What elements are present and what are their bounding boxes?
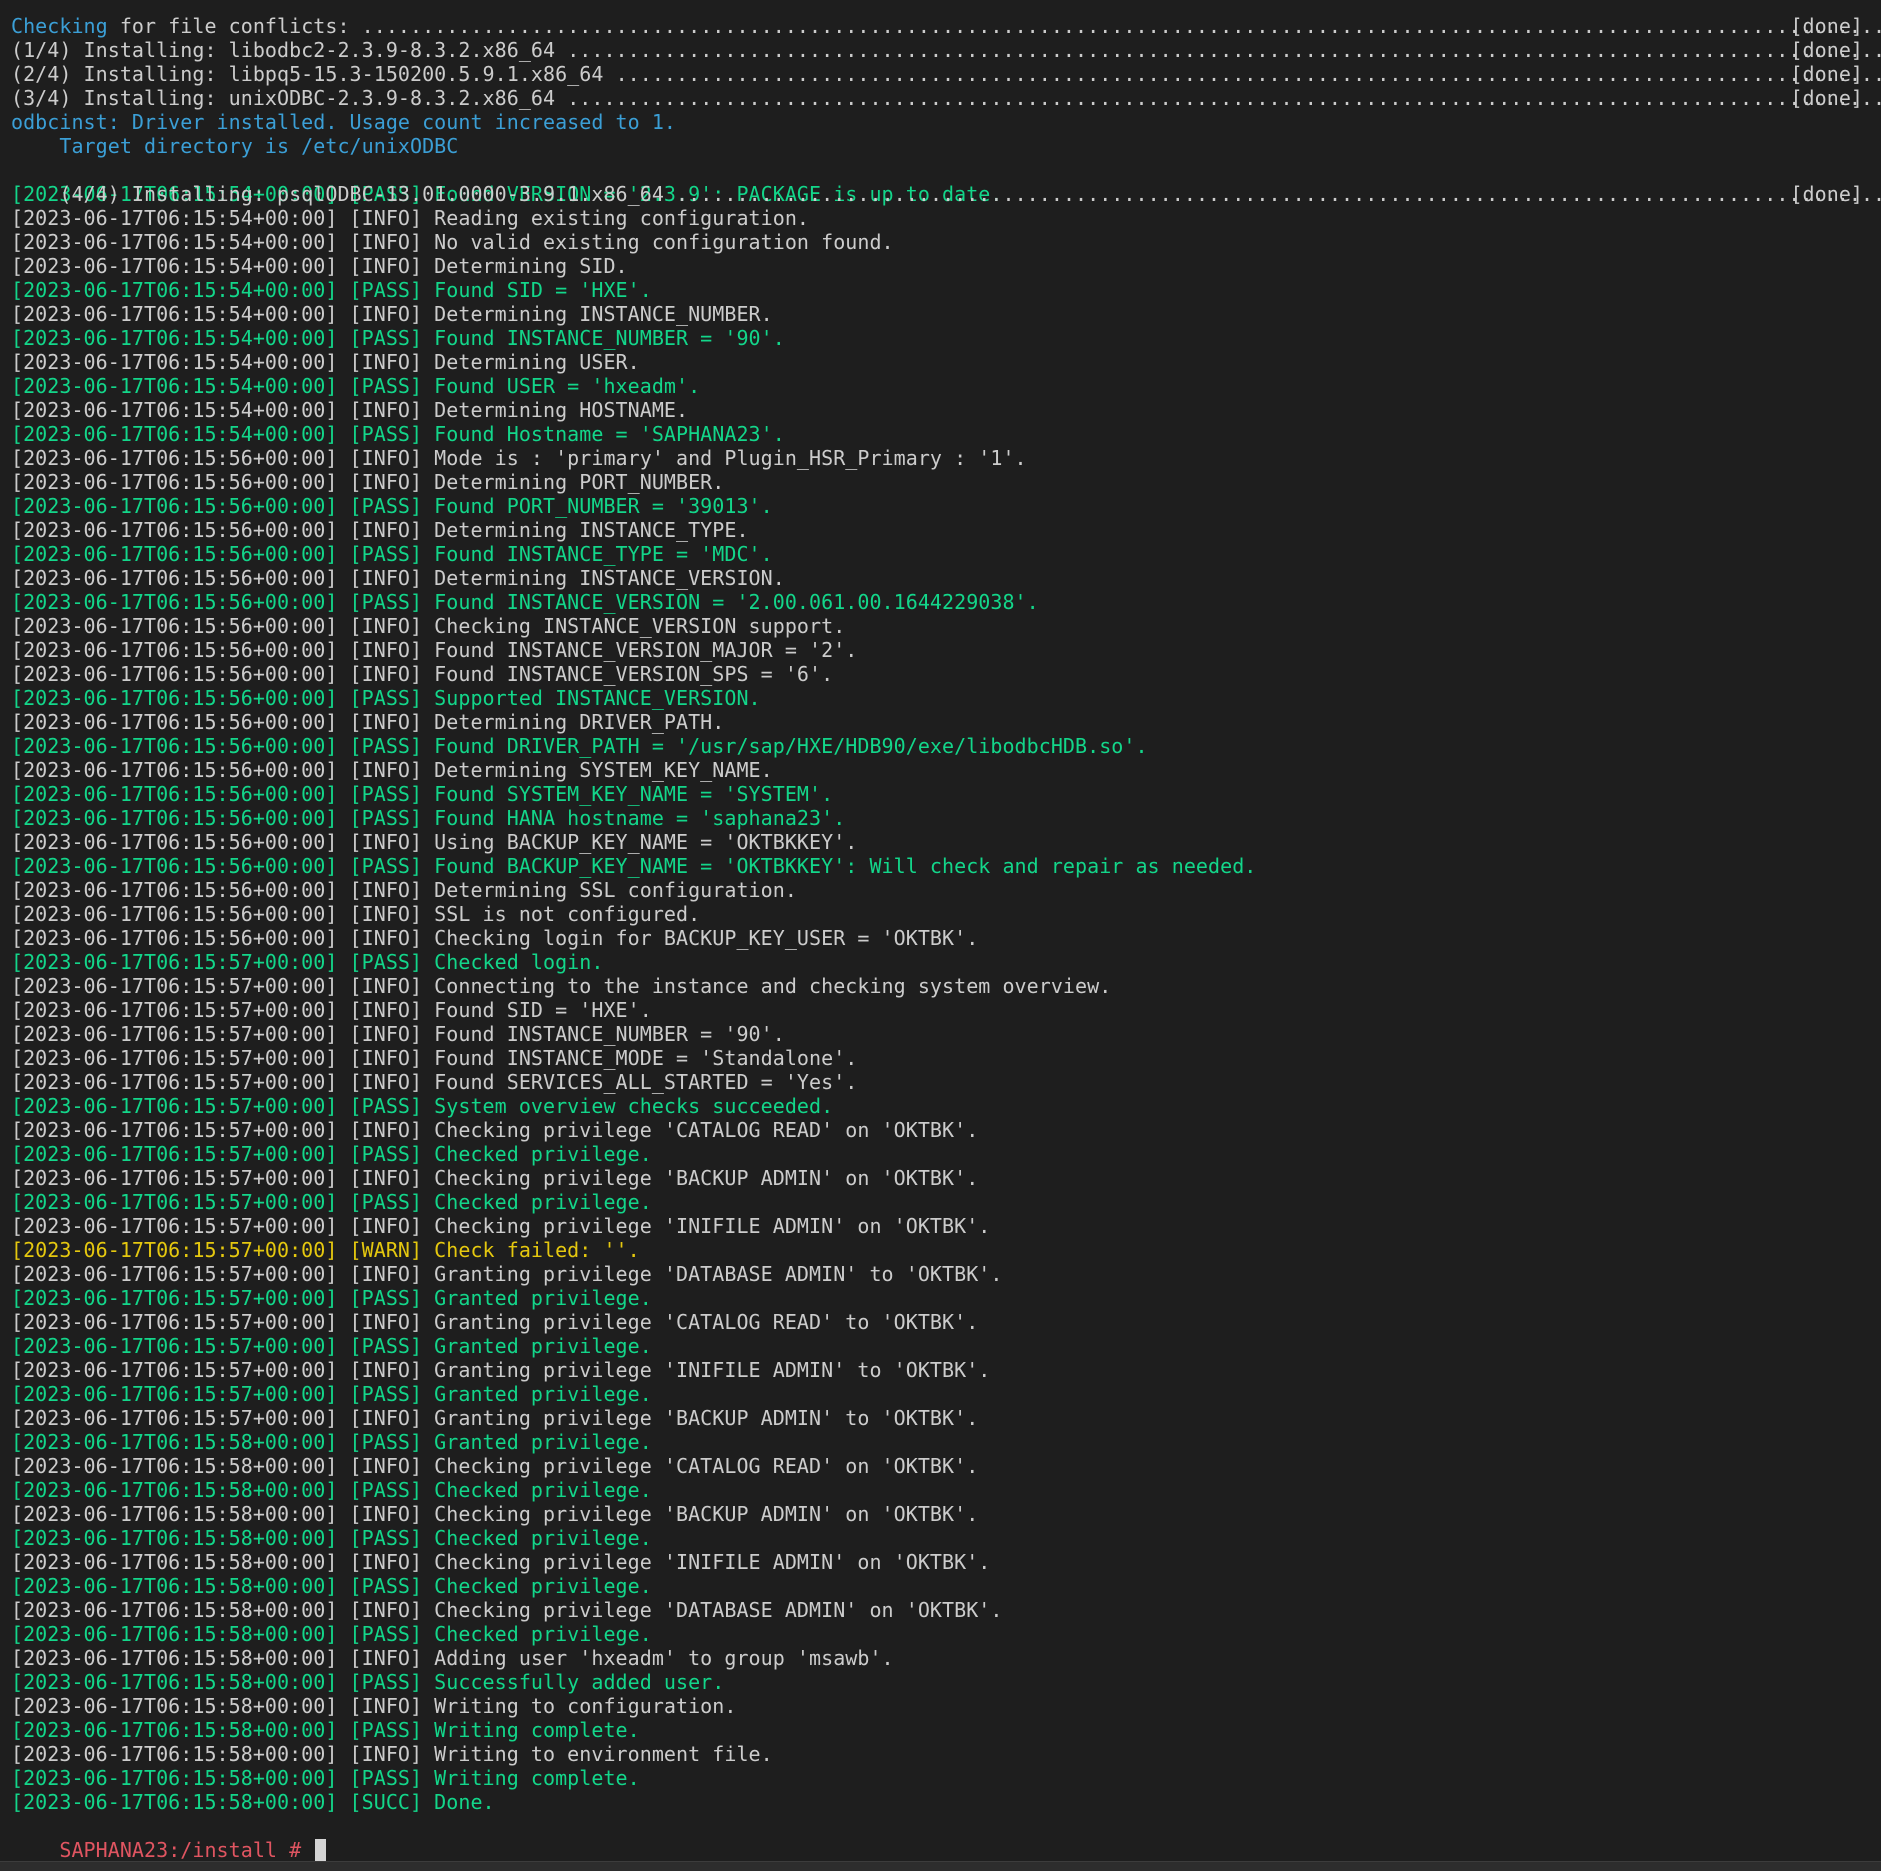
- log-line-pass: [2023-06-17T06:15:54+00:00] [PASS] Found…: [11, 326, 785, 350]
- log-line-info: [2023-06-17T06:15:54+00:00] [INFO] No va…: [11, 230, 894, 254]
- log-line-pass: [2023-06-17T06:15:57+00:00] [PASS] Check…: [11, 1142, 652, 1166]
- install-line-4-status: [done]: [1790, 182, 1863, 206]
- log-line-pass: [2023-06-17T06:15:57+00:00] [PASS] Grant…: [11, 1334, 652, 1358]
- log-line-info: [2023-06-17T06:15:57+00:00] [INFO] Grant…: [11, 1406, 979, 1430]
- log-line-info: [2023-06-17T06:15:57+00:00] [INFO] Found…: [11, 1022, 785, 1046]
- log-line-info: [2023-06-17T06:15:56+00:00] [INFO] Deter…: [11, 878, 797, 902]
- log-line-pass: [2023-06-17T06:15:56+00:00] [PASS] Found…: [11, 590, 1039, 614]
- log-line-info: [2023-06-17T06:15:56+00:00] [INFO] Deter…: [11, 518, 749, 542]
- install-line: (1/4) Installing: libodbc2-2.3.9-8.3.2.x…: [11, 38, 1881, 62]
- shell-prompt: SAPHANA23:/install #: [59, 1838, 314, 1862]
- log-line-pass: [2023-06-17T06:15:57+00:00] [PASS] Grant…: [11, 1286, 652, 1310]
- log-line-pass: [2023-06-17T06:15:56+00:00] [PASS] Found…: [11, 494, 773, 518]
- log-line-pass: [2023-06-17T06:15:58+00:00] [PASS] Check…: [11, 1526, 652, 1550]
- log-line-info: [2023-06-17T06:15:56+00:00] [INFO] SSL i…: [11, 902, 701, 926]
- log-line-pass: [2023-06-17T06:15:58+00:00] [PASS] Writi…: [11, 1718, 640, 1742]
- log-line-pass: [2023-06-17T06:15:56+00:00] [PASS] Found…: [11, 734, 1148, 758]
- log-line-info: [2023-06-17T06:15:56+00:00] [INFO] Deter…: [11, 566, 785, 590]
- log-line-pass: [2023-06-17T06:15:58+00:00] [PASS] Succe…: [11, 1670, 725, 1694]
- log-output: [2023-06-17T06:15:54+00:00] [PASS] Found…: [11, 182, 1881, 1814]
- log-line-pass: [2023-06-17T06:15:54+00:00] [PASS] Found…: [11, 278, 652, 302]
- log-line-pass: [2023-06-17T06:15:56+00:00] [PASS] Suppo…: [11, 686, 761, 710]
- log-line-info: [2023-06-17T06:15:56+00:00] [INFO] Found…: [11, 638, 858, 662]
- log-line-info: [2023-06-17T06:15:58+00:00] [INFO] Check…: [11, 1550, 991, 1574]
- target-directory-message: Target directory is /etc/unixODBC: [11, 134, 459, 158]
- log-line-info: [2023-06-17T06:15:57+00:00] [INFO] Found…: [11, 1046, 858, 1070]
- log-line-pass: [2023-06-17T06:15:58+00:00] [PASS] Check…: [11, 1574, 652, 1598]
- install-line: (2/4) Installing: libpq5-15.3-150200.5.9…: [11, 62, 1881, 86]
- log-line-info: [2023-06-17T06:15:58+00:00] [INFO] Addin…: [11, 1646, 894, 1670]
- install-line-dots: ........................................…: [567, 86, 1881, 110]
- log-line-info: [2023-06-17T06:15:57+00:00] [INFO] Conne…: [11, 974, 1112, 998]
- shell-prompt-line[interactable]: SAPHANA23:/install #: [11, 1814, 1881, 1862]
- install-line-text: (3/4) Installing: unixODBC-2.3.9-8.3.2.x…: [11, 86, 568, 110]
- log-line-info: [2023-06-17T06:15:58+00:00] [INFO] Check…: [11, 1454, 979, 1478]
- log-line-pass: [2023-06-17T06:15:58+00:00] [PASS] Grant…: [11, 1430, 652, 1454]
- log-line-pass: [2023-06-17T06:15:57+00:00] [PASS] Check…: [11, 950, 604, 974]
- log-line-info: [2023-06-17T06:15:54+00:00] [INFO] Readi…: [11, 206, 810, 230]
- log-line-info: [2023-06-17T06:15:56+00:00] [INFO] Mode …: [11, 446, 1027, 470]
- log-line-info: [2023-06-17T06:15:58+00:00] [INFO] Writi…: [11, 1694, 737, 1718]
- log-line-pass: [2023-06-17T06:15:58+00:00] [PASS] Check…: [11, 1478, 652, 1502]
- log-line-info: [2023-06-17T06:15:56+00:00] [INFO] Using…: [11, 830, 858, 854]
- log-line-info: [2023-06-17T06:15:58+00:00] [INFO] Check…: [11, 1598, 1003, 1622]
- install-line-status: [done]: [1790, 86, 1863, 110]
- log-line-info: [2023-06-17T06:15:56+00:00] [INFO] Deter…: [11, 710, 725, 734]
- log-line-succ: [2023-06-17T06:15:58+00:00] [SUCC] Done.: [11, 1790, 495, 1814]
- install-line-status: [done]: [1790, 38, 1863, 62]
- log-line-info: [2023-06-17T06:15:56+00:00] [INFO] Deter…: [11, 470, 725, 494]
- log-line-warn: [2023-06-17T06:15:57+00:00] [WARN] Check…: [11, 1238, 640, 1262]
- install-line-4: (4/4) Installing: psqlODBC-13.01.0000-3.…: [11, 158, 1881, 206]
- text-cursor: [315, 1839, 327, 1861]
- install-line: (3/4) Installing: unixODBC-2.3.9-8.3.2.x…: [11, 86, 1881, 110]
- log-line-info: [2023-06-17T06:15:54+00:00] [INFO] Deter…: [11, 398, 689, 422]
- log-line-info: [2023-06-17T06:15:56+00:00] [INFO] Found…: [11, 662, 834, 686]
- install-line-4-dots: ........................................…: [676, 182, 1881, 206]
- log-line-info: [2023-06-17T06:15:54+00:00] [INFO] Deter…: [11, 302, 773, 326]
- install-line: Checking for file conflicts: ...........…: [11, 14, 1881, 38]
- log-line-info: [2023-06-17T06:15:56+00:00] [INFO] Deter…: [11, 758, 773, 782]
- log-line-info: [2023-06-17T06:15:58+00:00] [INFO] Writi…: [11, 1742, 773, 1766]
- odbcinst-message: odbcinst: Driver installed. Usage count …: [11, 110, 677, 134]
- log-line-info: [2023-06-17T06:15:56+00:00] [INFO] Check…: [11, 926, 979, 950]
- log-line-info: [2023-06-17T06:15:56+00:00] [INFO] Check…: [11, 614, 846, 638]
- log-line-pass: [2023-06-17T06:15:57+00:00] [PASS] Syste…: [11, 1094, 834, 1118]
- install-line-dots: ........................................…: [361, 14, 1881, 38]
- log-line-pass: [2023-06-17T06:15:57+00:00] [PASS] Grant…: [11, 1382, 652, 1406]
- install-line-text: (2/4) Installing: libpq5-15.3-150200.5.9…: [11, 62, 616, 86]
- log-line-info: [2023-06-17T06:15:57+00:00] [INFO] Check…: [11, 1118, 979, 1142]
- install-line-status: [done]: [1790, 62, 1863, 86]
- status-bar: [0, 1861, 1881, 1871]
- log-line-pass: [2023-06-17T06:15:56+00:00] [PASS] Found…: [11, 542, 773, 566]
- log-line-info: [2023-06-17T06:15:57+00:00] [INFO] Found…: [11, 998, 652, 1022]
- install-line-text: (1/4) Installing: libodbc2-2.3.9-8.3.2.x…: [11, 38, 568, 62]
- log-line-info: [2023-06-17T06:15:54+00:00] [INFO] Deter…: [11, 254, 628, 278]
- log-line-info: [2023-06-17T06:15:57+00:00] [INFO] Grant…: [11, 1358, 991, 1382]
- install-line-prefix: Checking: [11, 14, 108, 38]
- log-line-pass: [2023-06-17T06:15:56+00:00] [PASS] Found…: [11, 782, 834, 806]
- log-line-pass: [2023-06-17T06:15:54+00:00] [PASS] Found…: [11, 374, 701, 398]
- log-line-pass: [2023-06-17T06:15:57+00:00] [PASS] Check…: [11, 1190, 652, 1214]
- log-line-info: [2023-06-17T06:15:57+00:00] [INFO] Check…: [11, 1166, 979, 1190]
- log-line-info: [2023-06-17T06:15:57+00:00] [INFO] Check…: [11, 1214, 991, 1238]
- log-line-pass: [2023-06-17T06:15:56+00:00] [PASS] Found…: [11, 806, 846, 830]
- log-line-pass: [2023-06-17T06:15:58+00:00] [PASS] Check…: [11, 1622, 652, 1646]
- log-line-info: [2023-06-17T06:15:57+00:00] [INFO] Found…: [11, 1070, 858, 1094]
- log-line-info: [2023-06-17T06:15:58+00:00] [INFO] Check…: [11, 1502, 979, 1526]
- log-line-info: [2023-06-17T06:15:54+00:00] [INFO] Deter…: [11, 350, 640, 374]
- log-line-pass: [2023-06-17T06:15:56+00:00] [PASS] Found…: [11, 854, 1257, 878]
- log-line-info: [2023-06-17T06:15:57+00:00] [INFO] Grant…: [11, 1262, 1003, 1286]
- install-line-text: for file conflicts:: [107, 14, 362, 38]
- install-line-dots: ........................................…: [567, 38, 1881, 62]
- log-line-info: [2023-06-17T06:15:57+00:00] [INFO] Grant…: [11, 1310, 979, 1334]
- install-line-4-text: (4/4) Installing: psqlODBC-13.01.0000-3.…: [59, 182, 677, 206]
- install-line-status: [done]: [1790, 14, 1863, 38]
- terminal-window[interactable]: Checking for file conflicts: ...........…: [0, 0, 1881, 1862]
- install-line-dots: ........................................…: [615, 62, 1881, 86]
- log-line-pass: [2023-06-17T06:15:54+00:00] [PASS] Found…: [11, 422, 785, 446]
- log-line-pass: [2023-06-17T06:15:58+00:00] [PASS] Writi…: [11, 1766, 640, 1790]
- package-install-output: Checking for file conflicts: ...........…: [11, 14, 1881, 110]
